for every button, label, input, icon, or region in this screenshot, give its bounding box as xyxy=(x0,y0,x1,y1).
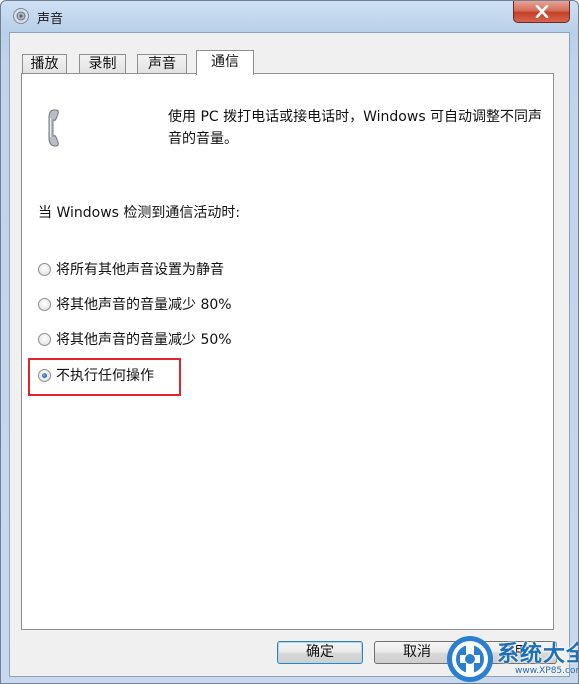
telephone-handset-icon xyxy=(48,109,59,147)
watermark-url: www.XP85.com xyxy=(515,666,579,676)
speaker-icon xyxy=(13,8,29,24)
radio-button[interactable] xyxy=(38,333,51,346)
watermark-text: 系统大全 xyxy=(497,642,578,667)
watermark: 系统大全 www.XP85.com xyxy=(437,634,579,683)
close-button[interactable] xyxy=(513,1,570,23)
radio-button[interactable] xyxy=(38,263,51,276)
dialog-client-area: 播放 录制 声音 通信 使用 PC 拨打电话或接电话时，Windows 可自动调… xyxy=(9,32,570,677)
section-label: 当 Windows 检测到通信活动时: xyxy=(38,205,241,221)
title-bar[interactable]: 声音 xyxy=(1,1,578,31)
tab-communications[interactable]: 通信 xyxy=(196,50,254,75)
communications-panel: 使用 PC 拨打电话或接电话时，Windows 可自动调整不同声音的音量。 当 … xyxy=(21,73,554,630)
ok-button[interactable]: 确定 xyxy=(277,641,363,664)
close-icon xyxy=(535,5,549,18)
watermark-logo-icon xyxy=(447,636,493,682)
tab-playback[interactable]: 播放 xyxy=(22,54,67,74)
option-label: 将其他声音的音量减少 50% xyxy=(56,332,232,348)
sound-dialog: 声音 播放 录制 声音 通信 使用 PC 拨打电话或接电话时，Windows 可… xyxy=(0,0,579,684)
tab-recording[interactable]: 录制 xyxy=(79,54,126,74)
highlight-annotation xyxy=(28,358,181,396)
window-title: 声音 xyxy=(37,12,64,27)
option-label: 将所有其他声音设置为静音 xyxy=(56,262,224,278)
description-text: 使用 PC 拨打电话或接电话时，Windows 可自动调整不同声音的音量。 xyxy=(168,109,543,147)
tab-sounds[interactable]: 声音 xyxy=(137,54,187,74)
option-label: 将其他声音的音量减少 80% xyxy=(56,297,232,313)
radio-button[interactable] xyxy=(38,298,51,311)
